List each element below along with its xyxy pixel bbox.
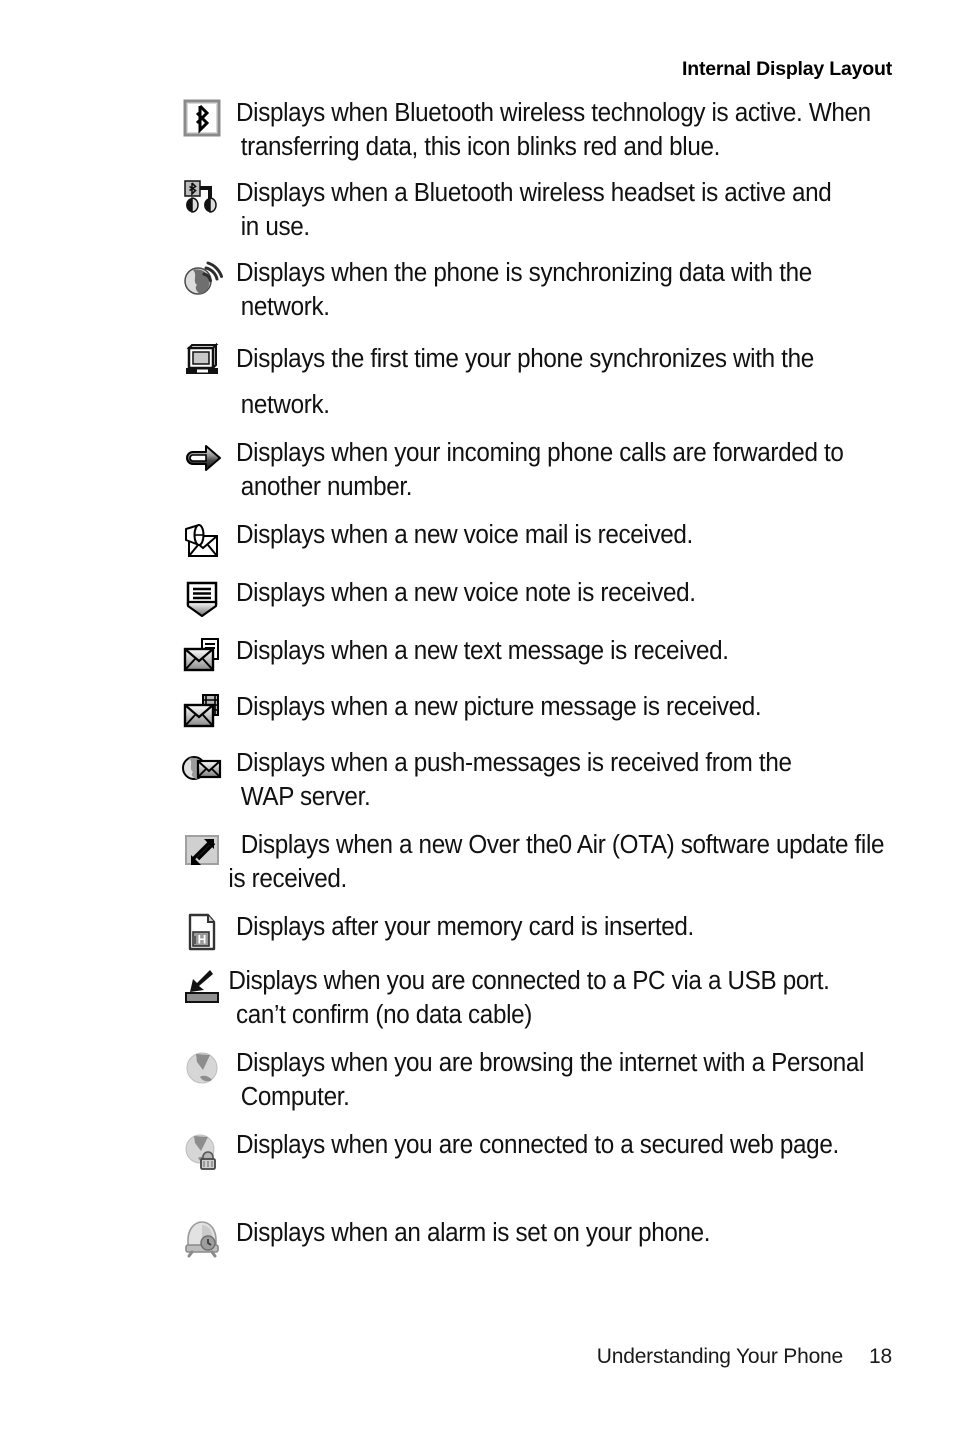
text-line: Displays when an alarm is set on your ph… [236, 1219, 711, 1247]
icon-cell [0, 634, 236, 678]
bluetooth-active-icon [180, 96, 224, 140]
list-item-text: Displays when your incoming phone calls … [236, 436, 918, 504]
text-line: network. [240, 293, 330, 321]
alarm-clock-icon [180, 1216, 224, 1260]
list-item-text: Displays when you are connected to a PC … [228, 964, 918, 1032]
text-line: is received. [228, 865, 347, 893]
text-line: can’t confirm (no data cable) [236, 1001, 533, 1029]
text-line: Displays the first time your phone synch… [236, 345, 814, 373]
text-line: transferring data, this icon blinks red … [240, 133, 721, 161]
usb-connection-icon [180, 964, 224, 1008]
list-item-text: Displays when Bluetooth wireless technol… [236, 96, 918, 164]
list-item-text: Displays when you are connected to a sec… [236, 1128, 918, 1162]
list-item: Displays when a push-messages is receive… [0, 746, 954, 814]
icon-cell [0, 964, 236, 1008]
text-line: Displays when you are connected to a PC … [228, 967, 830, 995]
list-item: H Displays after your memory card is ins… [0, 910, 954, 954]
text-line: Displays when you are browsing the inter… [236, 1049, 865, 1077]
icon-cell [0, 1128, 236, 1172]
list-item: Displays when a new picture message is r… [0, 690, 954, 734]
icon-cell [0, 576, 236, 620]
text-line: Displays after your memory card is inser… [236, 913, 694, 941]
pc-browsing-icon [180, 1046, 224, 1090]
text-line: Computer. [240, 1083, 350, 1111]
icon-cell [0, 1216, 236, 1260]
manual-page: Internal Display Layout Displays when Bl… [0, 0, 954, 1431]
list-item-text: Displays when a new voice mail is receiv… [236, 518, 918, 552]
voice-mail-icon [180, 518, 224, 562]
picture-message-icon [180, 690, 224, 734]
voice-note-icon [180, 576, 224, 620]
page-footer: Understanding Your Phone 18 [597, 1345, 892, 1369]
secure-web-icon [180, 1128, 224, 1172]
memory-card-icon: H [180, 910, 224, 954]
list-item-text: Displays when a new picture message is r… [236, 690, 918, 724]
icon-cell [0, 690, 236, 734]
text-line: Displays when a new voice mail is receiv… [236, 521, 693, 549]
icon-cell [0, 1046, 236, 1090]
list-item-text: Displays when an alarm is set on your ph… [236, 1216, 918, 1250]
text-line: Displays when Bluetooth wireless technol… [236, 99, 871, 127]
footer-page-number: 18 [869, 1345, 892, 1368]
text-line: Displays when your incoming phone calls … [236, 439, 844, 467]
list-item-text: Displays when the phone is synchronizing… [236, 256, 918, 324]
list-item: Displays when you are browsing the inter… [0, 1046, 954, 1114]
icon-description-list: Displays when Bluetooth wireless technol… [0, 96, 954, 1260]
list-item-text: Displays when a push-messages is receive… [236, 746, 918, 814]
icon-cell [0, 518, 236, 562]
network-sync-icon [180, 256, 224, 300]
text-line: Displays when a push-messages is receive… [236, 749, 792, 777]
list-item-text: Displays when a new voice note is receiv… [236, 576, 918, 610]
text-line: Displays when a Bluetooth wireless heads… [236, 179, 832, 207]
footer-section-label: Understanding Your Phone [596, 1345, 844, 1368]
push-message-icon [180, 746, 224, 790]
text-line: WAP server. [240, 783, 371, 811]
list-item-text: Displays when you are browsing the inter… [236, 1046, 918, 1114]
svg-text:H: H [198, 933, 207, 947]
text-line: in use. [240, 213, 310, 241]
list-item: Displays when a new text message is rece… [0, 634, 954, 678]
call-forward-icon [180, 436, 224, 480]
first-sync-computer-icon [180, 336, 224, 380]
list-item-text: Displays after your memory card is inser… [236, 910, 918, 944]
text-line: Displays when a new picture message is r… [236, 693, 762, 721]
list-item: Displays when a new voice note is receiv… [0, 576, 954, 620]
list-item: Displays when an alarm is set on your ph… [0, 1216, 954, 1260]
text-message-icon [180, 634, 224, 678]
icon-cell [0, 256, 236, 300]
text-line: Displays when the phone is synchronizing… [236, 259, 812, 287]
list-item: Displays when the phone is synchronizing… [0, 256, 954, 324]
icon-cell [0, 746, 236, 790]
list-item: Displays when you are connected to a sec… [0, 1128, 954, 1172]
list-item: Displays when your incoming phone calls … [0, 436, 954, 504]
list-item: Displays when a new voice mail is receiv… [0, 518, 954, 562]
text-line: Displays when a new Over the0 Air (OTA) … [240, 831, 885, 859]
text-line: Displays when you are connected to a sec… [236, 1131, 839, 1159]
icon-cell [0, 828, 236, 872]
list-item-text: Displays when a new text message is rece… [236, 634, 918, 668]
list-item: Displays when you are connected to a PC … [0, 964, 954, 1032]
icon-cell [0, 176, 236, 220]
list-item-text: Displays when a Bluetooth wireless heads… [236, 176, 918, 244]
list-item: Displays the first time your phone synch… [0, 336, 954, 428]
list-item: Displays when a new Over the0 Air (OTA) … [0, 828, 954, 896]
text-line: Displays when a new text message is rece… [236, 637, 729, 665]
list-item: Displays when Bluetooth wireless technol… [0, 96, 954, 164]
text-line: network. [240, 391, 330, 419]
text-line: another number. [240, 473, 413, 501]
bluetooth-headset-icon [180, 176, 224, 220]
icon-cell [0, 336, 236, 380]
list-item: Displays when a Bluetooth wireless heads… [0, 176, 954, 244]
list-item-text: Displays when a new Over the0 Air (OTA) … [228, 828, 922, 896]
icon-cell [0, 436, 236, 480]
ota-update-icon [180, 828, 224, 872]
icon-cell [0, 96, 236, 140]
list-item-text: Displays the first time your phone synch… [236, 336, 918, 428]
page-header: Internal Display Layout [682, 58, 892, 80]
text-line: Displays when a new voice note is receiv… [236, 579, 696, 607]
icon-cell: H [0, 910, 236, 954]
